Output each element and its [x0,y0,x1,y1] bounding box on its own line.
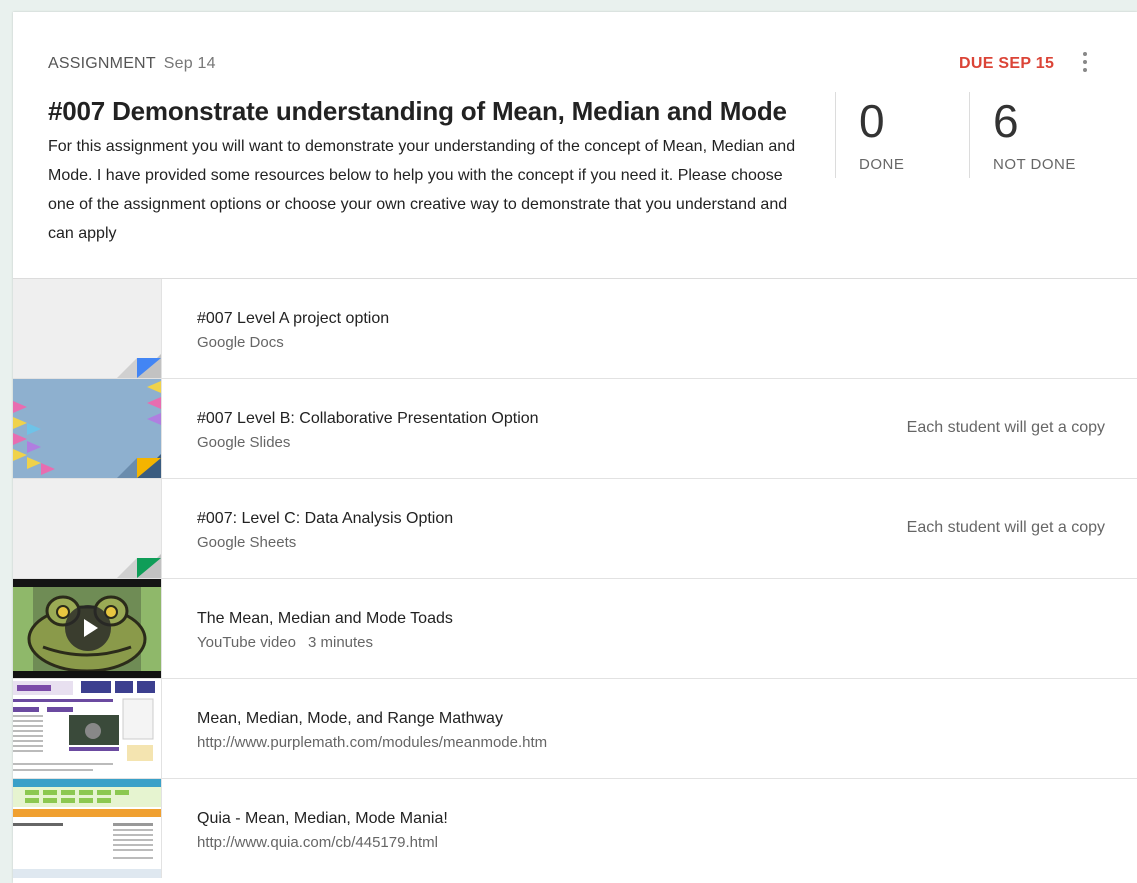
done-label: DONE [859,156,905,173]
copy-note: Each student will get a copy [906,419,1105,436]
material-item[interactable]: #007: Level C: Data Analysis Option Goog… [13,479,1137,579]
copy-note: Each student will get a copy [906,519,1105,536]
quia-page-preview [13,779,161,878]
youtube-thumbnail [13,579,162,678]
material-item[interactable]: Mean, Median, Mode, and Range Mathway ht… [13,679,1137,779]
google-slides-thumbnail [13,379,162,478]
not-done-label: NOT DONE [993,156,1076,173]
material-link: http://www.quia.com/cb/445179.html [197,834,438,851]
video-source: YouTube video [197,634,296,651]
material-title: #007 Level B: Collaborative Presentation… [197,410,539,427]
material-link: http://www.purplemath.com/modules/meanmo… [197,734,548,751]
done-stat[interactable]: 0 DONE [835,92,904,178]
assignment-description: For this assignment you will want to dem… [48,138,796,242]
more-vert-icon[interactable] [1079,52,1091,78]
assignment-title: #007 Demonstrate understanding of Mean, … [48,96,787,126]
not-done-count: 6 [993,95,1019,147]
google-docs-thumbnail [13,279,162,378]
assignment-type: ASSIGNMENT Sep 14 [48,55,216,73]
assignment-header: ASSIGNMENT Sep 14 DUE SEP 15 #007 Demonst… [13,12,1137,279]
material-title: Mean, Median, Mode, and Range Mathway [197,710,503,727]
material-title: #007 Level A project option [197,310,390,327]
web-page-thumbnail [13,779,162,878]
google-sheets-icon [117,554,161,578]
purplemath-page-preview [13,679,161,778]
material-type: Google Docs [197,334,284,351]
material-type: Google Slides [197,434,291,451]
google-slides-icon [13,379,161,478]
assignment-card: ASSIGNMENT Sep 14 DUE SEP 15 #007 Demonst… [13,12,1137,883]
google-docs-icon [117,354,161,378]
material-item[interactable]: The Mean, Median and Mode Toads YouTube … [13,579,1137,679]
google-sheets-thumbnail [13,479,162,578]
material-type: Google Sheets [197,534,297,551]
assignment-type-label: ASSIGNMENT [48,55,156,72]
material-title: #007: Level C: Data Analysis Option [197,510,454,527]
material-item[interactable]: #007 Level A project option Google Docs [13,279,1137,379]
due-date: DUE SEP 15 [959,55,1055,72]
done-count: 0 [859,95,885,147]
video-duration: 3 minutes [307,634,374,651]
material-item[interactable]: Quia - Mean, Median, Mode Mania! http://… [13,779,1137,878]
material-item[interactable]: #007 Level B: Collaborative Presentation… [13,379,1137,479]
material-title: Quia - Mean, Median, Mode Mania! [197,810,448,827]
not-done-stat[interactable]: 6 NOT DONE [969,92,1076,178]
posted-date: Sep 14 [163,55,216,72]
material-type: YouTube video 3 minutes [197,634,373,651]
material-title: The Mean, Median and Mode Toads [197,610,453,627]
play-icon[interactable] [65,605,111,651]
materials-list: #007 Level A project option Google Docs [13,279,1137,878]
web-page-thumbnail [13,679,162,778]
